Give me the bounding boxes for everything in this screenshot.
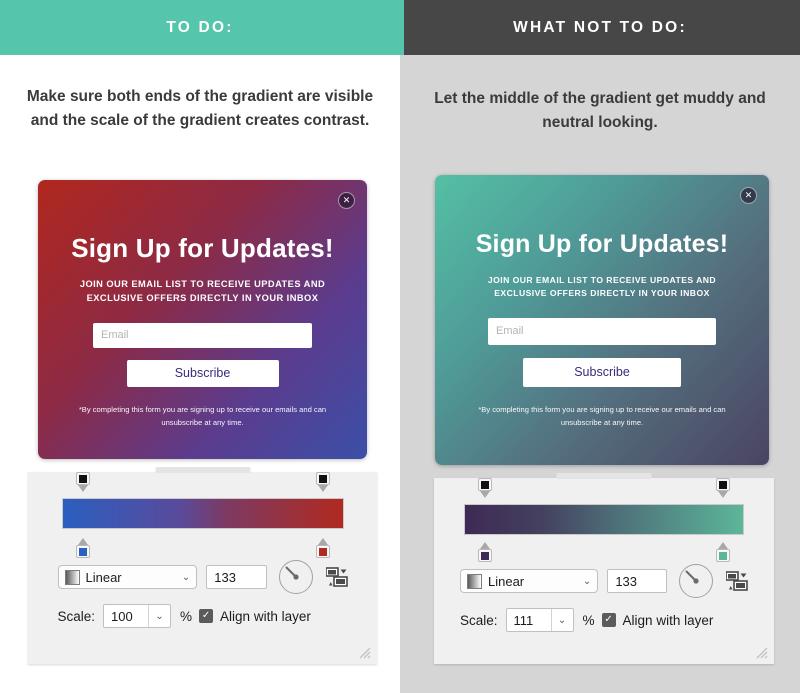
align-with-layer-checkbox[interactable]: ✓ [601, 613, 616, 627]
close-icon[interactable]: ✕ [338, 192, 355, 209]
scale-row: Scale: 100 ⌄ % ✓ Align with layer [58, 604, 348, 628]
subscribe-button[interactable]: Subscribe [126, 359, 279, 387]
gradient-editor-panel-bad: Linear ⌄ 133 Scale: 111 ⌄ % ✓ Align with… [434, 473, 774, 664]
layer-arrange-icon[interactable] [725, 571, 748, 591]
chevron-down-icon: ⌄ [550, 609, 573, 631]
chevron-down-icon: ⌄ [148, 605, 170, 627]
scale-select[interactable]: 100 ⌄ [103, 604, 172, 628]
signup-modal-bad: ✕ Sign Up for Updates! JOIN OUR EMAIL LI… [435, 175, 769, 465]
modal-subtitle: JOIN OUR EMAIL LIST TO RECEIVE UPDATES A… [79, 279, 326, 303]
layer-arrange-icon[interactable] [324, 567, 348, 587]
angle-needle-icon [685, 570, 699, 584]
scale-value: 100 [111, 608, 133, 624]
what-not-to-do-header: WHAT NOT TO DO: [400, 0, 800, 55]
gradient-stops-area [61, 472, 344, 558]
angle-input[interactable]: 133 [607, 569, 667, 593]
angle-dial[interactable] [679, 564, 713, 598]
scale-label: Scale: [460, 612, 498, 628]
signup-modal-good: ✕ Sign Up for Updates! JOIN OUR EMAIL LI… [38, 180, 367, 459]
to-do-header: TO DO: [0, 0, 400, 55]
percent-label: % [180, 608, 193, 624]
gradient-controls-row: Linear ⌄ 133 [57, 560, 348, 594]
gradient-preview-bar[interactable] [464, 504, 744, 535]
gradient-style-select[interactable]: Linear ⌄ [460, 569, 599, 593]
opacity-stop-right[interactable] [716, 478, 730, 498]
gradient-preview-bar[interactable] [61, 498, 344, 529]
email-input[interactable] [93, 322, 312, 348]
modal-disclaimer: *By completing this form you are signing… [78, 404, 327, 428]
modal-title: Sign Up for Updates! [475, 230, 729, 258]
resize-grip-handle[interactable] [357, 645, 371, 659]
angle-input[interactable]: 133 [206, 565, 267, 589]
color-stop-left[interactable] [478, 542, 492, 562]
gradient-style-select[interactable]: Linear ⌄ [57, 565, 198, 589]
align-with-layer-checkbox[interactable]: ✓ [199, 609, 214, 623]
subscribe-button[interactable]: Subscribe [523, 357, 681, 387]
angle-dial[interactable] [278, 560, 313, 594]
header-divider [400, 0, 404, 55]
scale-label: Scale: [57, 608, 96, 624]
gradient-swatch-icon [64, 569, 80, 585]
gradient-editor-panel-good: Linear ⌄ 133 Scale: 100 ⌄ % ✓ Align with… [28, 467, 377, 664]
what-not-to-do-caption: Let the middle of the gradient get muddy… [434, 90, 766, 132]
scale-value: 111 [513, 612, 534, 628]
close-icon[interactable]: ✕ [740, 187, 757, 204]
align-with-layer-label: Align with layer [220, 608, 311, 624]
gradient-style-label: Linear [85, 569, 122, 585]
opacity-stop-left[interactable] [75, 472, 90, 492]
resize-grip-handle[interactable] [754, 645, 768, 659]
to-do-caption: Make sure both ends of the gradient are … [26, 88, 374, 130]
scale-select[interactable]: 111 ⌄ [505, 608, 574, 632]
chevron-down-icon: ⌄ [582, 575, 592, 587]
comparison-stage: TO DO: Make sure both ends of the gradie… [0, 0, 800, 693]
color-stop-left[interactable] [75, 538, 90, 558]
opacity-stop-left[interactable] [478, 478, 492, 498]
modal-title: Sign Up for Updates! [71, 233, 334, 263]
gradient-stops-area [464, 478, 744, 562]
gradient-swatch-icon [467, 573, 482, 589]
align-with-layer-label: Align with layer [622, 612, 714, 628]
modal-disclaimer: *By completing this form you are signing… [478, 404, 726, 428]
color-stop-right[interactable] [315, 538, 330, 558]
chevron-down-icon: ⌄ [181, 571, 191, 583]
modal-subtitle: JOIN OUR EMAIL LIST TO RECEIVE UPDATES A… [487, 275, 717, 298]
what-not-to-do-header-label: WHAT NOT TO DO: [513, 18, 687, 36]
color-stop-right[interactable] [716, 542, 730, 562]
to-do-header-label: TO DO: [166, 18, 234, 36]
to-do-column: TO DO: Make sure both ends of the gradie… [0, 0, 400, 693]
angle-value: 133 [214, 569, 236, 585]
opacity-stop-right[interactable] [315, 472, 330, 492]
percent-label: % [582, 612, 595, 628]
gradient-controls-row: Linear ⌄ 133 [460, 564, 748, 598]
gradient-style-label: Linear [488, 573, 525, 589]
email-input[interactable] [488, 317, 716, 345]
scale-row: Scale: 111 ⌄ % ✓ Align with layer [460, 608, 748, 632]
angle-value: 133 [615, 573, 638, 589]
angle-needle-icon [285, 566, 299, 580]
